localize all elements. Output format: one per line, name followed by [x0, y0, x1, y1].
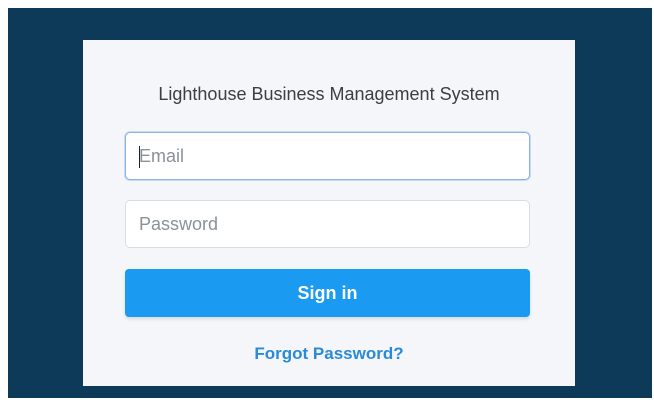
password-field[interactable]: [125, 200, 530, 248]
app-title: Lighthouse Business Management System: [158, 84, 500, 104]
forgot-password-link[interactable]: Forgot Password?: [83, 344, 575, 364]
sign-in-button[interactable]: Sign in: [125, 269, 530, 317]
login-card: Lighthouse Business Management System Si…: [83, 40, 575, 386]
email-field[interactable]: [125, 132, 530, 180]
text-cursor: [139, 146, 140, 168]
